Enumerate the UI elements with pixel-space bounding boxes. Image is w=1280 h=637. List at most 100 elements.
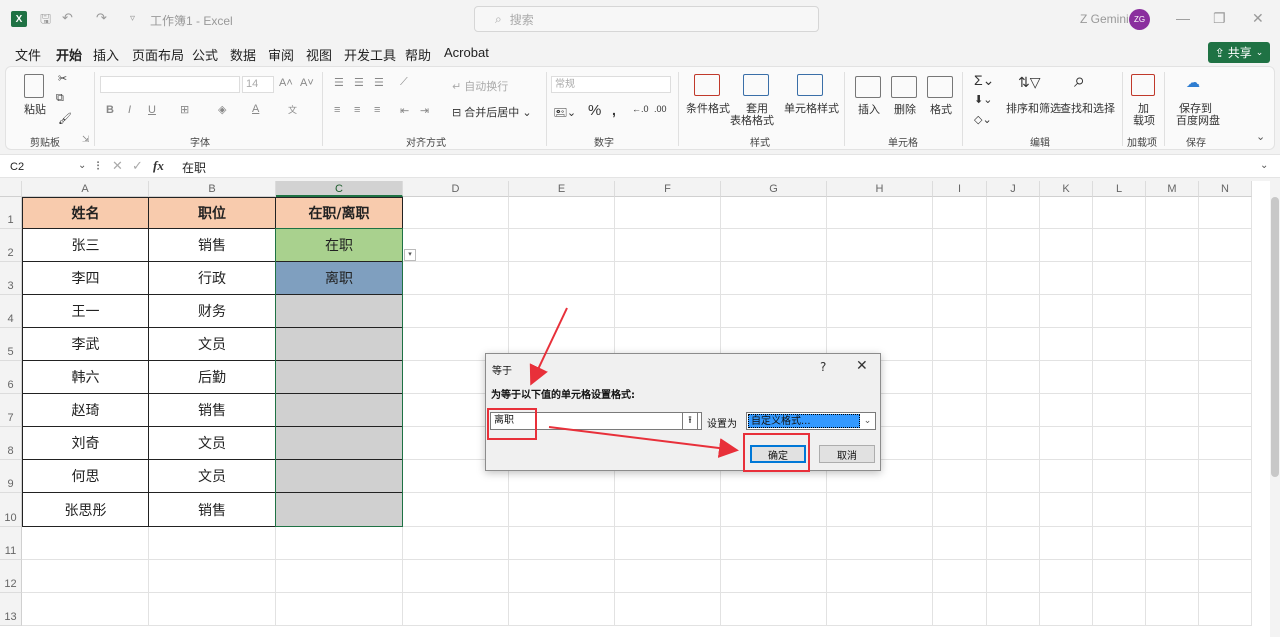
cell[interactable] xyxy=(721,229,827,262)
cell[interactable] xyxy=(827,493,933,527)
tab-file[interactable]: 文件 xyxy=(15,45,41,64)
cell[interactable] xyxy=(1146,560,1199,593)
cell[interactable] xyxy=(276,593,403,626)
table-cell[interactable]: 张思彤 xyxy=(22,493,149,527)
cell[interactable] xyxy=(1199,262,1252,295)
cell[interactable] xyxy=(987,427,1040,460)
cell[interactable] xyxy=(1040,197,1093,229)
cell[interactable] xyxy=(827,229,933,262)
format-button[interactable]: 格式 xyxy=(930,101,952,117)
cell[interactable] xyxy=(987,262,1040,295)
table-cell[interactable] xyxy=(276,328,403,361)
table-cell[interactable]: 何思 xyxy=(22,460,149,493)
italic-icon[interactable]: I xyxy=(128,104,131,116)
row-header-3[interactable]: 3 xyxy=(0,262,22,295)
cell[interactable] xyxy=(403,197,509,229)
cell[interactable] xyxy=(933,361,987,394)
table-cell[interactable] xyxy=(276,493,403,527)
cell[interactable] xyxy=(1040,527,1093,560)
cell[interactable] xyxy=(403,493,509,527)
row-header-2[interactable]: 2 xyxy=(0,229,22,262)
cell[interactable] xyxy=(1199,229,1252,262)
cell[interactable] xyxy=(1093,328,1146,361)
name-box-dropdown-icon[interactable]: ⌄ xyxy=(78,160,86,171)
cell[interactable] xyxy=(933,394,987,427)
scroll-thumb[interactable] xyxy=(1271,197,1279,477)
cancel-icon[interactable]: ✕ xyxy=(112,158,123,174)
tab-acrobat[interactable]: Acrobat xyxy=(444,45,489,60)
cell[interactable] xyxy=(1146,427,1199,460)
underline-icon[interactable]: U xyxy=(148,104,156,116)
row-header-9[interactable]: 9 xyxy=(0,460,22,493)
enter-icon[interactable]: ✓ xyxy=(132,158,143,174)
table-cell[interactable] xyxy=(276,460,403,493)
header-cell[interactable]: 在职/离职 xyxy=(276,197,403,229)
cell[interactable] xyxy=(1199,527,1252,560)
cell[interactable] xyxy=(22,527,149,560)
cell[interactable] xyxy=(509,295,615,328)
clear-icon[interactable]: ◇⌄ xyxy=(974,113,992,126)
bold-icon[interactable]: B xyxy=(106,104,114,116)
cell[interactable] xyxy=(615,229,721,262)
align-bottom-icon[interactable]: ☰ xyxy=(374,76,384,89)
row-header-10[interactable]: 10 xyxy=(0,493,22,527)
table-cell[interactable]: 王一 xyxy=(22,295,149,328)
cell[interactable] xyxy=(933,593,987,626)
cell[interactable] xyxy=(403,229,509,262)
table-format-label[interactable]: 表格格式 xyxy=(730,112,774,128)
tab-review[interactable]: 审阅 xyxy=(268,45,294,64)
column-header-a[interactable]: A xyxy=(22,181,149,197)
cell[interactable] xyxy=(827,560,933,593)
cell[interactable] xyxy=(987,295,1040,328)
orientation-icon[interactable]: ⟋ xyxy=(400,76,408,89)
table-cell[interactable]: 销售 xyxy=(149,394,276,427)
column-header-i[interactable]: I xyxy=(933,181,987,197)
close-window-icon[interactable]: ✕ xyxy=(1252,10,1264,27)
cell[interactable] xyxy=(987,527,1040,560)
conditional-format-button[interactable]: 条件格式 xyxy=(686,100,730,116)
table-cell[interactable]: 赵琦 xyxy=(22,394,149,427)
cell[interactable] xyxy=(615,197,721,229)
cell[interactable] xyxy=(987,328,1040,361)
cell[interactable] xyxy=(721,527,827,560)
cell[interactable] xyxy=(149,593,276,626)
cell[interactable] xyxy=(1199,560,1252,593)
cell[interactable] xyxy=(149,527,276,560)
autosum-icon[interactable]: Σ⌄ xyxy=(974,72,994,89)
cell[interactable] xyxy=(827,295,933,328)
cell[interactable] xyxy=(1146,361,1199,394)
format-painter-icon[interactable]: 🖌 xyxy=(58,112,72,125)
dialog-launcher-icon[interactable]: ⇲ xyxy=(82,134,90,145)
column-header-f[interactable]: F xyxy=(615,181,721,197)
column-header-e[interactable]: E xyxy=(509,181,615,197)
row-header-6[interactable]: 6 xyxy=(0,361,22,394)
decrease-indent-icon[interactable]: ⇤ xyxy=(400,104,409,117)
table-cell[interactable]: 财务 xyxy=(149,295,276,328)
column-header-b[interactable]: B xyxy=(149,181,276,197)
table-cell[interactable] xyxy=(276,295,403,328)
table-cell[interactable]: 李武 xyxy=(22,328,149,361)
cell[interactable] xyxy=(403,527,509,560)
table-cell[interactable]: 文员 xyxy=(149,427,276,460)
tab-home[interactable]: 开始 xyxy=(56,45,83,68)
cell[interactable] xyxy=(1093,262,1146,295)
cell[interactable] xyxy=(987,394,1040,427)
cell[interactable] xyxy=(827,262,933,295)
table-cell[interactable]: 销售 xyxy=(149,493,276,527)
fill-icon[interactable]: ⬇⌄ xyxy=(974,93,992,106)
cell[interactable] xyxy=(615,493,721,527)
increase-indent-icon[interactable]: ⇥ xyxy=(420,104,429,117)
copy-icon[interactable]: ⧉ xyxy=(56,92,64,105)
row-header-4[interactable]: 4 xyxy=(0,295,22,328)
column-header-d[interactable]: D xyxy=(403,181,509,197)
cell[interactable] xyxy=(933,229,987,262)
quick-analysis-icon[interactable]: ▾ xyxy=(404,249,416,261)
table-cell[interactable] xyxy=(276,394,403,427)
restore-icon[interactable]: ❐ xyxy=(1213,10,1226,27)
redo-icon[interactable]: ↷ xyxy=(96,10,107,26)
increase-font-icon[interactable]: A˄ xyxy=(279,77,293,89)
cell[interactable] xyxy=(403,262,509,295)
table-cell[interactable]: 张三 xyxy=(22,229,149,262)
cell[interactable] xyxy=(615,527,721,560)
cell[interactable] xyxy=(1040,394,1093,427)
